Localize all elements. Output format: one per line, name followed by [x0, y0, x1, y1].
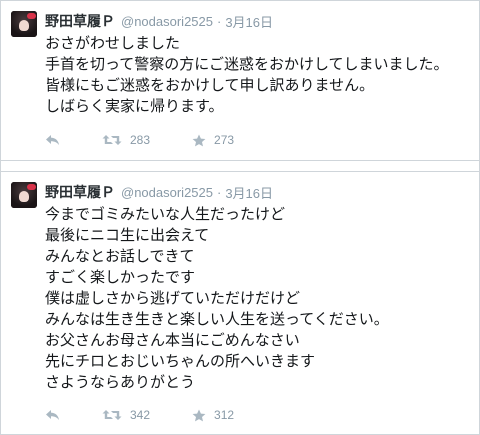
retweet-count: 283 [130, 133, 151, 147]
tweet-line: 手首を切って警察の方にご迷惑をおかけしてしまいました。 [45, 55, 449, 73]
retweet-button[interactable]: 283 [102, 133, 150, 147]
display-name[interactable]: 野田草履Ｐ [45, 182, 115, 202]
tweet-header: 野田草履Ｐ @nodasori2525 · 3月16日 [45, 11, 273, 31]
timestamp[interactable]: 3月16日 [225, 12, 273, 31]
tweet-line: すごく楽しかったです [45, 268, 196, 286]
favorite-count: 312 [214, 408, 235, 422]
tweet-line: 先にチロとおじいちゃんの所へいきます [45, 352, 316, 370]
avatar[interactable] [11, 182, 37, 208]
favorite-button[interactable]: 273 [192, 133, 234, 147]
reply-button[interactable] [45, 409, 60, 421]
favorite-button[interactable]: 312 [192, 408, 234, 422]
tweet-line: 僕は虚しさから逃げていただけだけど [45, 289, 301, 307]
tweet: 野田草履Ｐ @nodasori2525 · 3月16日 今までゴミみたいな人生だ… [1, 171, 479, 434]
tweet-line: みんなとお話しできて [45, 247, 195, 265]
username[interactable]: @nodasori2525 [121, 14, 213, 29]
username[interactable]: @nodasori2525 [121, 185, 213, 200]
tweet-line: お父さんお母さん本当にごめんなさい [45, 331, 300, 349]
tweet-line: おさがわせしました [45, 34, 181, 52]
tweet-line: みんなは生き生きと楽しい人生を送ってください。 [45, 310, 389, 328]
retweet-icon [102, 410, 122, 420]
timeline: 野田草履Ｐ @nodasori2525 · 3月16日 おさがわせしました 手首… [0, 0, 480, 435]
tweet-actions: 283 273 [45, 131, 276, 149]
separator: · [216, 13, 222, 29]
tweet-line: 今までゴミみたいな人生だったけど [45, 205, 286, 223]
tweet-actions: 342 312 [45, 406, 276, 424]
tweet-line: 最後にニコ生に出会えて [45, 226, 210, 244]
tweet-line: さようならありがとう [45, 373, 196, 391]
star-icon [192, 134, 206, 146]
tweet-text: 今までゴミみたいな人生だったけど 最後にニコ生に出会えて みんなとお話しできて … [45, 204, 475, 393]
separator: · [216, 184, 222, 200]
avatar[interactable] [11, 11, 37, 37]
tweet-line: 皆様にもご迷惑をおかけして申し訳ありません。 [45, 76, 375, 94]
timestamp[interactable]: 3月16日 [225, 183, 273, 202]
tweet: 野田草履Ｐ @nodasori2525 · 3月16日 おさがわせしました 手首… [1, 1, 479, 161]
tweet-header: 野田草履Ｐ @nodasori2525 · 3月16日 [45, 182, 273, 202]
retweet-count: 342 [130, 408, 151, 422]
retweet-button[interactable]: 342 [102, 408, 150, 422]
tweet-line: しばらく実家に帰ります。 [45, 97, 224, 115]
favorite-count: 273 [214, 133, 235, 147]
tweet-text: おさがわせしました 手首を切って警察の方にご迷惑をおかけしてしまいました。 皆様… [45, 33, 475, 117]
retweet-icon [102, 135, 122, 145]
reply-icon [46, 410, 59, 420]
reply-button[interactable] [45, 134, 60, 146]
star-icon [192, 409, 206, 421]
reply-icon [46, 135, 59, 145]
display-name[interactable]: 野田草履Ｐ [45, 11, 115, 31]
